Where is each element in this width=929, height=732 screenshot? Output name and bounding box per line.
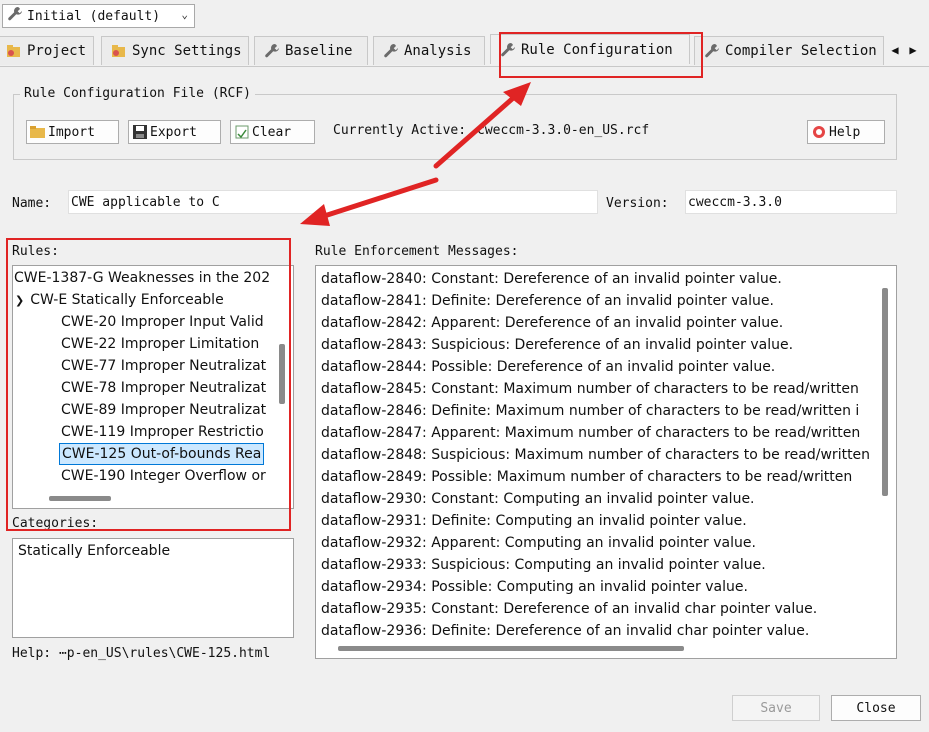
list-item[interactable]: dataflow-2849: Possible: Maximum number …	[321, 466, 852, 488]
rcf-group-title: Rule Configuration File (RCF)	[20, 86, 255, 101]
profile-combo-value: Initial (default)	[27, 8, 161, 24]
clear-label: Clear	[252, 124, 292, 140]
wrench-icon	[382, 42, 400, 60]
tab-compiler-selection[interactable]: Compiler Selection	[694, 36, 884, 65]
list-item[interactable]: dataflow-2932: Apparent: Computing an in…	[321, 532, 756, 554]
tab-label: Baseline	[285, 43, 353, 59]
export-button[interactable]: Export	[128, 120, 221, 144]
list-item[interactable]: dataflow-2847: Apparent: Maximum number …	[321, 422, 860, 444]
save-button[interactable]: Save	[732, 695, 820, 721]
wrench-icon	[7, 6, 23, 26]
close-button[interactable]: Close	[831, 695, 921, 721]
help-button[interactable]: Help	[807, 120, 885, 144]
currently-active-value: cweccm-3.3.0-en_US.rcf	[477, 123, 650, 138]
wrench-icon	[703, 42, 721, 60]
save-disk-icon	[132, 124, 148, 140]
lifebuoy-icon	[811, 124, 827, 140]
tab-label: Compiler Selection	[725, 43, 877, 59]
list-item[interactable]: dataflow-2840: Constant: Dereference of …	[321, 268, 782, 290]
wrench-icon	[263, 42, 281, 60]
currently-active-label: Currently Active:	[333, 123, 467, 138]
folder-gear-icon	[5, 42, 23, 60]
profile-combo[interactable]: Initial (default) ⌄	[2, 4, 195, 28]
messages-horizontal-scrollbar[interactable]	[338, 646, 684, 651]
help-path: Help: ⋯p-en_US\rules\CWE-125.html	[12, 646, 271, 661]
tab-analysis[interactable]: Analysis	[373, 36, 485, 65]
tab-project[interactable]: Project	[0, 36, 94, 65]
version-field[interactable]: cweccm-3.3.0	[685, 190, 897, 214]
list-item[interactable]: dataflow-2842: Apparent: Dereference of …	[321, 312, 783, 334]
list-item[interactable]: dataflow-2844: Possible: Dereference of …	[321, 356, 775, 378]
version-label: Version:	[606, 196, 669, 211]
list-item[interactable]: dataflow-2930: Constant: Computing an in…	[321, 488, 755, 510]
name-field[interactable]: CWE applicable to C	[68, 190, 598, 214]
annotation-highlight-rules	[6, 238, 291, 531]
tab-sync-settings[interactable]: Sync Settings	[101, 36, 249, 65]
clear-button[interactable]: Clear	[230, 120, 315, 144]
folder-icon	[30, 124, 46, 140]
messages-list[interactable]: dataflow-2840: Constant: Dereference of …	[315, 265, 897, 659]
list-item[interactable]: dataflow-2933: Suspicious: Computing an …	[321, 554, 766, 576]
list-item[interactable]: dataflow-2846: Definite: Maximum number …	[321, 400, 859, 422]
tab-scroll-left-icon[interactable]: ◀	[887, 38, 903, 62]
tab-baseline[interactable]: Baseline	[254, 36, 368, 65]
annotation-highlight-tab	[499, 32, 703, 78]
import-label: Import	[48, 124, 95, 140]
name-label: Name:	[12, 196, 52, 211]
tab-label: Sync Settings	[132, 43, 242, 59]
tab-scroll-right-icon[interactable]: ▶	[905, 38, 921, 62]
tab-label: Project	[27, 43, 87, 59]
list-item[interactable]: dataflow-2931: Definite: Computing an in…	[321, 510, 747, 532]
categories-box[interactable]: Statically Enforceable	[12, 538, 294, 638]
clear-document-icon	[234, 124, 250, 140]
help-label: Help	[829, 124, 861, 140]
messages-vertical-scrollbar[interactable]	[882, 288, 888, 496]
tab-bar: Project Sync Settings Baseline Analysis …	[0, 34, 929, 66]
list-item[interactable]: dataflow-2848: Suspicious: Maximum numbe…	[321, 444, 870, 466]
export-label: Export	[150, 124, 197, 140]
list-item[interactable]: dataflow-2845: Constant: Maximum number …	[321, 378, 859, 400]
list-item[interactable]: dataflow-2843: Suspicious: Dereference o…	[321, 334, 793, 356]
messages-label: Rule Enforcement Messages:	[315, 244, 519, 259]
import-button[interactable]: Import	[26, 120, 119, 144]
list-item[interactable]: dataflow-2841: Definite: Dereference of …	[321, 290, 774, 312]
folder-gear-icon	[110, 42, 128, 60]
chevron-down-icon: ⌄	[181, 8, 188, 21]
tab-label: Analysis	[404, 43, 472, 59]
list-item[interactable]: dataflow-2934: Possible: Computing an in…	[321, 576, 748, 598]
list-item[interactable]: dataflow-2935: Constant: Dereference of …	[321, 598, 817, 620]
